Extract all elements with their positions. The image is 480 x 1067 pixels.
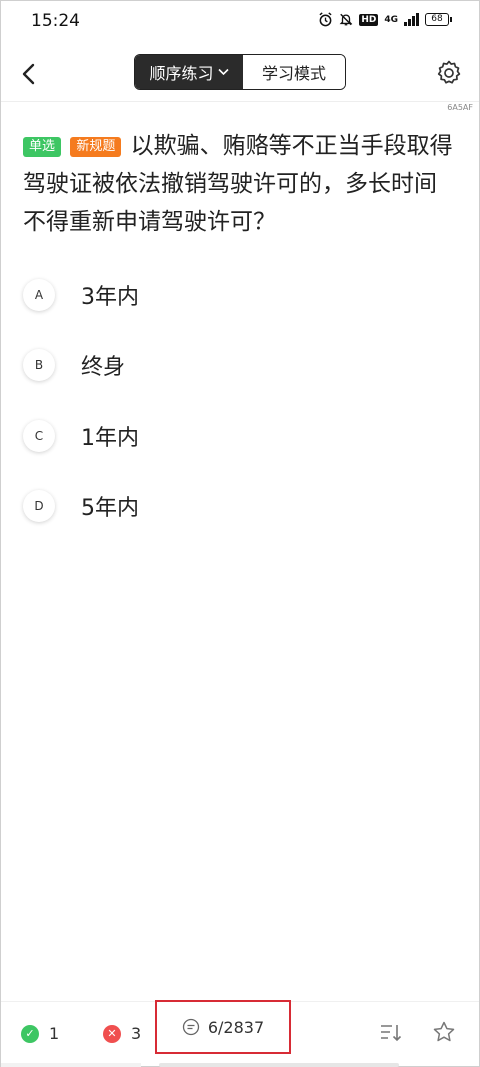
correct-count-stat[interactable]: ✓ 1 <box>21 1024 59 1043</box>
hd-icon: HD <box>359 13 379 26</box>
option-text: 1年内 <box>81 426 139 451</box>
alarm-icon <box>319 12 332 27</box>
wrong-count: 3 <box>131 1024 142 1043</box>
nav-divider <box>1 101 479 102</box>
status-time: 15:24 <box>31 11 80 31</box>
tag-single-choice: 单选 <box>23 137 62 157</box>
gear-icon[interactable] <box>435 59 463 87</box>
tab-sequential-practice-label: 顺序练习 <box>149 64 214 83</box>
sort-icon[interactable] <box>379 1022 403 1044</box>
question-progress-button[interactable]: 6/2837 <box>155 1000 291 1054</box>
tab-study-mode-label: 学习模式 <box>261 64 326 83</box>
option-b[interactable]: B 终身 <box>23 345 443 385</box>
option-letter: A <box>23 279 55 311</box>
option-text: 5年内 <box>81 496 139 521</box>
question-list-icon <box>182 1018 199 1036</box>
question-stem: 单选 新规题 以欺骗、贿赂等不正当手段取得驾驶证被依法撤销驾驶许可的，多长时间不… <box>23 127 453 241</box>
home-indicator <box>159 1063 399 1067</box>
gesture-bar-left <box>1 1063 141 1067</box>
tag-new-rule: 新规题 <box>70 137 122 157</box>
cross-icon: ✕ <box>103 1024 121 1043</box>
tab-study-mode[interactable]: 学习模式 <box>243 55 345 89</box>
network-type: 4G <box>384 14 398 25</box>
correct-count: 1 <box>49 1024 60 1043</box>
back-arrow-icon[interactable] <box>15 59 45 89</box>
mute-bell-icon <box>339 13 353 26</box>
option-d[interactable]: D 5年内 <box>23 486 443 526</box>
signal-icon <box>404 13 419 26</box>
top-nav: 顺序练习 学习模式 <box>1 51 479 97</box>
option-c[interactable]: C 1年内 <box>23 416 443 456</box>
bottom-bar: ✓ 1 ✕ 3 6/2837 <box>1 1000 479 1066</box>
option-letter: D <box>23 490 55 522</box>
option-text: 终身 <box>81 355 126 380</box>
question-id: 6A5AF <box>447 103 473 112</box>
check-icon: ✓ <box>21 1024 39 1043</box>
tab-sequential-practice[interactable]: 顺序练习 <box>135 55 243 89</box>
option-text: 3年内 <box>81 285 139 310</box>
chevron-down-icon <box>217 68 229 76</box>
status-icons: HD 4G 68 <box>318 12 452 27</box>
option-letter: B <box>23 349 55 381</box>
wrong-count-stat[interactable]: ✕ 3 <box>103 1024 141 1043</box>
mode-switcher: 顺序练习 学习模式 <box>134 54 346 90</box>
option-a[interactable]: A 3年内 <box>23 275 443 315</box>
option-letter: C <box>23 420 55 452</box>
question-progress: 6/2837 <box>207 1017 265 1037</box>
star-icon[interactable] <box>432 1020 456 1044</box>
battery-icon: 68 <box>425 13 452 26</box>
status-bar: 15:24 HD 4G 68 <box>1 1 479 41</box>
